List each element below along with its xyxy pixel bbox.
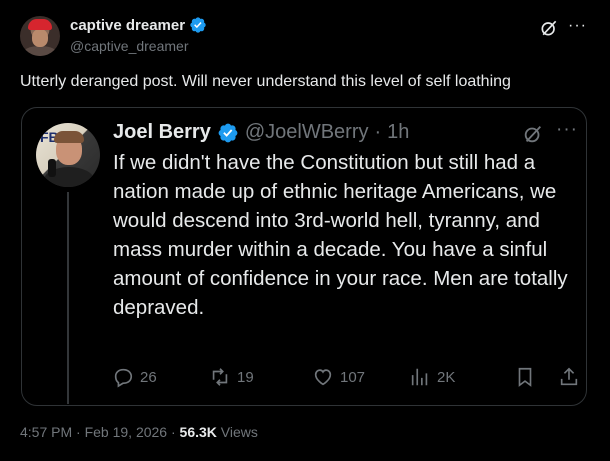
thread-line <box>67 192 69 404</box>
post-views-count: 56.3K <box>179 424 217 440</box>
share-button[interactable] <box>558 365 580 389</box>
separator-dot: · <box>374 121 382 143</box>
post-meta: 4:57 PM · Feb 19, 2026 · 56.3K Views <box>20 424 258 440</box>
author-avatar[interactable] <box>20 16 60 56</box>
verified-badge-icon <box>190 17 206 33</box>
verified-badge-icon <box>218 123 238 142</box>
quoted-text: If we didn't have the Constitution but s… <box>113 151 568 319</box>
views-icon <box>411 368 428 386</box>
more-icon[interactable]: ··· <box>568 16 587 36</box>
like-icon <box>314 369 332 386</box>
bookmark-icon <box>518 367 532 387</box>
reply-icon <box>114 368 133 388</box>
post: captive dreamer @captive_dreamer ··· Utt… <box>0 0 610 461</box>
grok-icon[interactable] <box>539 18 559 38</box>
quoted-author-avatar[interactable]: FB <box>36 123 100 187</box>
post-text: Utterly deranged post. Will never unders… <box>20 73 511 90</box>
quoted-handle[interactable]: @JoelWBerry <box>245 121 369 144</box>
author-name-row: captive dreamer <box>70 16 207 34</box>
reply-button[interactable]: 26 <box>112 365 157 389</box>
reply-count: 26 <box>140 368 157 386</box>
post-timestamp[interactable]: 4:57 PM · Feb 19, 2026 · <box>20 424 180 440</box>
quoted-name-row: Joel Berry @JoelWBerry · 1h <box>113 121 409 144</box>
quoted-display-name[interactable]: Joel Berry <box>113 121 211 144</box>
views-button[interactable]: 2K <box>409 365 455 389</box>
author-display-name[interactable]: captive dreamer <box>70 17 185 34</box>
share-icon <box>560 367 578 386</box>
bookmark-button[interactable] <box>514 365 536 389</box>
more-icon[interactable]: ··· <box>556 119 578 141</box>
quoted-post-card[interactable]: FB Joel Berry @JoelWBerry · 1h ··· If we d… <box>21 107 587 406</box>
action-bar: 26 19 107 2K <box>112 365 582 389</box>
repost-button[interactable]: 19 <box>209 365 254 389</box>
quoted-time[interactable]: 1h <box>387 121 409 144</box>
grok-icon[interactable] <box>522 123 544 145</box>
post-views-label: Views <box>216 424 258 440</box>
repost-count: 19 <box>237 368 254 386</box>
author-handle[interactable]: @captive_dreamer <box>70 38 189 54</box>
repost-icon <box>212 368 228 386</box>
like-button[interactable]: 107 <box>312 365 365 389</box>
like-count: 107 <box>340 368 366 386</box>
views-count: 2K <box>437 368 456 386</box>
